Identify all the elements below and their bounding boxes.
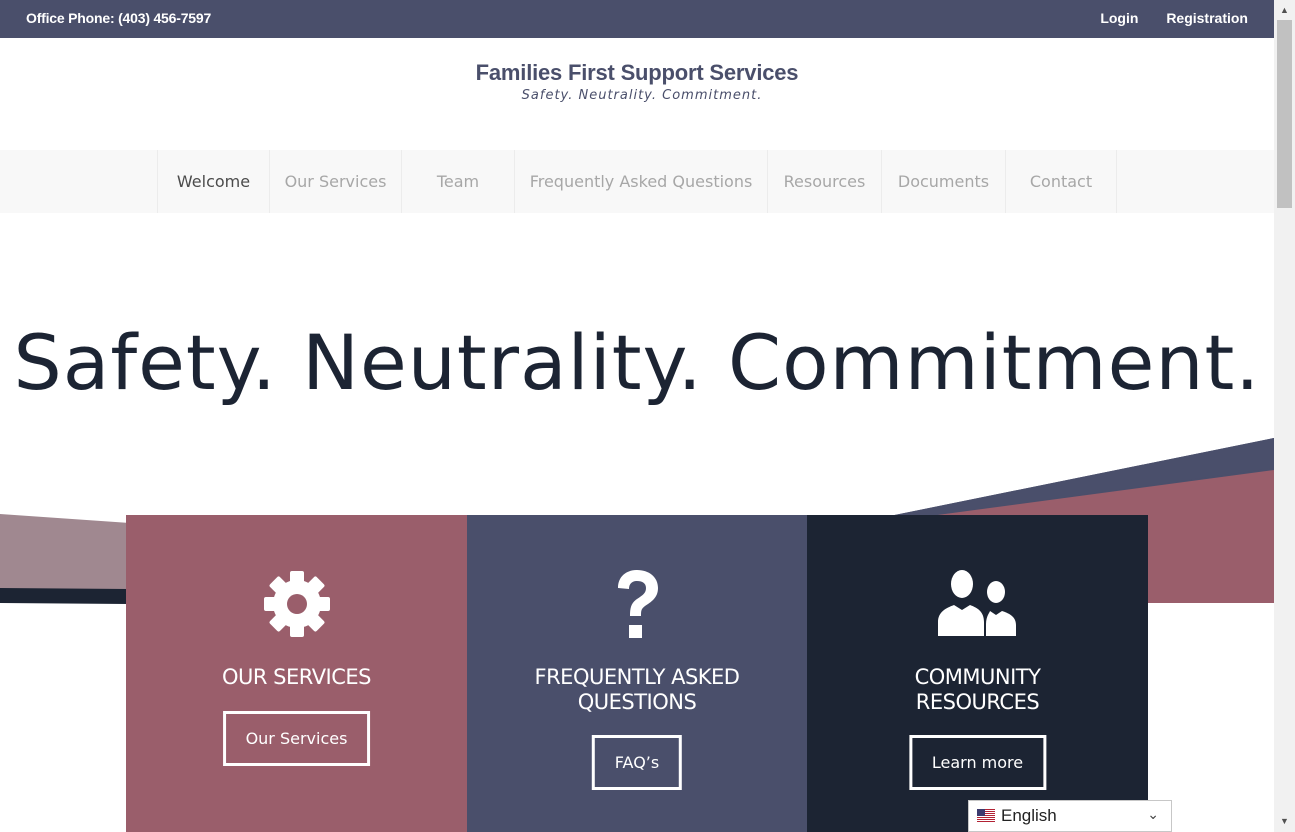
card-title: FREQUENTLY ASKED QUESTIONS (534, 665, 740, 714)
feature-cards: OUR SERVICES Our Services FREQUENTLY ASK… (126, 515, 1148, 832)
scroll-down-arrow-icon[interactable]: ▼ (1274, 813, 1295, 830)
scroll-up-arrow-icon[interactable]: ▲ (1274, 2, 1295, 19)
card-community-resources: COMMUNITY RESOURCES Learn more (807, 515, 1148, 832)
page-scrollbar[interactable]: ▲ ▼ (1274, 0, 1295, 832)
us-flag-icon (977, 809, 995, 822)
card-title: OUR SERVICES (221, 665, 372, 689)
language-selector[interactable]: English ⌄ (968, 800, 1172, 832)
login-link[interactable]: Login (1100, 10, 1138, 26)
card-faq: FREQUENTLY ASKED QUESTIONS FAQ’s (467, 515, 807, 832)
language-label: English (1001, 806, 1057, 825)
nav-item-team[interactable]: Team (401, 150, 514, 213)
chevron-down-icon: ⌄ (1147, 806, 1159, 822)
site-logo[interactable]: Families First Support Services Safety. … (0, 60, 1274, 103)
people-icon (807, 570, 1148, 640)
nav-item-faq[interactable]: Frequently Asked Questions (514, 150, 767, 213)
learn-more-button[interactable]: Learn more (908, 735, 1047, 790)
card-our-services: OUR SERVICES Our Services (126, 515, 467, 832)
registration-link[interactable]: Registration (1166, 10, 1248, 26)
page: Office Phone: (403) 456-7597 Login Regis… (0, 0, 1274, 832)
nav-item-contact[interactable]: Contact (1005, 150, 1117, 213)
card-title: COMMUNITY RESOURCES (914, 665, 1041, 714)
main-navigation: Welcome Our Services Team Frequently Ask… (0, 150, 1274, 213)
nav-item-resources[interactable]: Resources (767, 150, 881, 213)
office-phone: Office Phone: (403) 456-7597 (26, 10, 212, 26)
our-services-button[interactable]: Our Services (222, 711, 371, 766)
question-mark-icon (467, 570, 807, 640)
scrollbar-thumb[interactable] (1277, 20, 1292, 208)
hero-title: Safety. Neutrality. Commitment. (13, 318, 1261, 407)
logo-name: Families First Support Services (475, 60, 799, 85)
logo-tagline: Safety. Neutrality. Commitment. (521, 88, 763, 103)
nav-item-our-services[interactable]: Our Services (269, 150, 401, 213)
top-bar: Office Phone: (403) 456-7597 Login Regis… (0, 0, 1274, 38)
faq-button[interactable]: FAQ’s (591, 735, 683, 790)
gear-icon (126, 570, 467, 640)
top-links: Login Registration (1076, 10, 1248, 26)
nav-item-documents[interactable]: Documents (881, 150, 1005, 213)
nav-item-welcome[interactable]: Welcome (157, 150, 269, 213)
